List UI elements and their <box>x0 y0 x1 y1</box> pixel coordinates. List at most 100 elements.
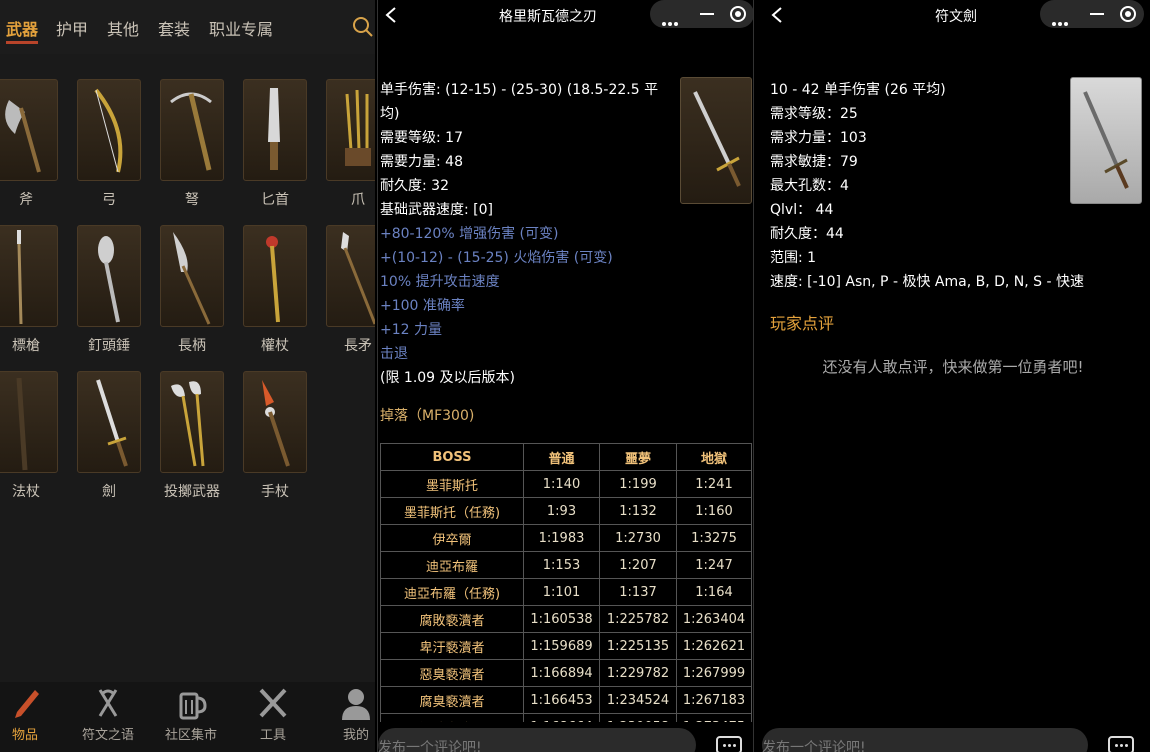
stat-line: 需求等级：25 <box>770 106 858 122</box>
chat-icon[interactable] <box>716 736 742 752</box>
drop-rate-table: BOSS 普通 噩夢 地獄 墨菲斯托 1:140 1:199 1:241 墨菲斯托（任務… <box>380 443 752 741</box>
table-row: 腐敗褻瀆者 1:160538 1:225782 1:263404 <box>380 605 752 633</box>
back-icon[interactable] <box>770 6 784 24</box>
weapon-type-claw[interactable]: 爪 <box>326 79 375 208</box>
weapon-type-javelin[interactable]: 標槍 <box>0 225 58 354</box>
throwing-weapon-icon <box>171 381 205 467</box>
empty-reviews-message: 还没有人敢点评，快来做第一位勇者吧! <box>822 358 1084 376</box>
drop-rate-label: 掉落（MF300) <box>380 408 475 424</box>
table-row: 伊卒爾 1:1983 1:2730 1:3275 <box>380 524 752 552</box>
nav-community-market[interactable]: 社区集市 <box>155 682 227 752</box>
stat-line: 需求敏捷：79 <box>770 154 858 170</box>
weapon-type-label: 標槍 <box>12 338 40 354</box>
tools-icon <box>259 688 287 718</box>
stat-line: 10 - 42 单手伤害 (26 平均) <box>770 82 946 98</box>
drop-rate-cell: 1:2730 <box>599 524 677 552</box>
table-row: 惡臭褻瀆者 1:166894 1:229782 1:267999 <box>380 659 752 687</box>
close-circle-icon[interactable] <box>1120 6 1136 22</box>
boss-name-cell: 迪亞布羅 <box>380 551 524 579</box>
weapon-type-label: 匕首 <box>261 192 289 208</box>
drop-rate-cell: 1:159689 <box>523 632 600 660</box>
weapon-type-label: 手杖 <box>261 484 289 500</box>
drop-rate-rows: 墨菲斯托 1:140 1:199 1:241 墨菲斯托（任務) 1:93 1:132 1:16… <box>380 470 752 741</box>
column-header: 噩夢 <box>599 443 677 471</box>
minimize-icon[interactable] <box>1090 13 1104 15</box>
tab-armor[interactable]: 护甲 <box>56 16 88 40</box>
comment-input[interactable]: 发布一个评论吧! <box>378 728 696 752</box>
stat-line: 速度: [-10] Asn, P - 极快 Ama, B, D, N, S - … <box>770 274 1084 290</box>
nav-items[interactable]: 物品 <box>0 682 61 752</box>
stat-line: 范围: 1 <box>770 250 817 266</box>
tab-other[interactable]: 其他 <box>107 16 139 40</box>
weapon-type-spear[interactable]: 長矛 <box>326 225 375 354</box>
weapon-type-bow[interactable]: 弓 <box>77 79 141 208</box>
stat-line: Qlvl： 44 <box>770 202 834 218</box>
minimize-icon[interactable] <box>700 13 714 15</box>
boss-name-cell: 卑汙褻瀆者 <box>380 632 524 660</box>
weapon-type-label: 投擲武器 <box>164 484 220 500</box>
stat-line: 需要等级: 17 <box>380 130 463 146</box>
more-icon[interactable] <box>662 11 680 30</box>
page-title: 格里斯瓦德之刃 <box>499 9 597 25</box>
weapon-type-label: 弩 <box>185 192 199 208</box>
drop-rate-cell: 1:225782 <box>599 605 677 633</box>
scepter-icon <box>266 236 280 323</box>
nav-runewords[interactable]: 符文之语 <box>72 682 144 752</box>
weapon-type-polearm[interactable]: 長柄 <box>160 225 224 354</box>
wand-icon <box>262 380 290 467</box>
category-tabs: 武器 护甲 其他 套装 职业专属 <box>0 0 375 54</box>
tab-sets[interactable]: 套装 <box>158 16 190 40</box>
sword-icon <box>96 379 128 467</box>
weapon-type-crossbow[interactable]: 弩 <box>160 79 224 208</box>
comment-input[interactable]: 发布一个评论吧! <box>762 728 1088 752</box>
stat-line: 需要力量: 48 <box>380 154 463 170</box>
panel-header: 符文劍 <box>756 0 1150 30</box>
weapon-type-label: 法杖 <box>12 484 40 500</box>
weapon-type-label: 長矛 <box>344 338 372 354</box>
rune-icon <box>98 689 118 717</box>
nav-label: 物品 <box>11 728 38 743</box>
items-panel: 武器 护甲 其他 套装 职业专属 斧 弓 弩 匕首 爪 標槍 釘頭錘 長柄 權杖… <box>0 0 375 752</box>
stat-line: 最大孔数：4 <box>770 178 849 194</box>
boss-name-cell: 迪亞布羅（任務) <box>380 578 524 606</box>
magic-property: +100 准确率 <box>380 298 465 314</box>
weapon-type-dagger[interactable]: 匕首 <box>243 79 307 208</box>
weapon-type-wand[interactable]: 手杖 <box>243 371 307 500</box>
drop-rate-cell: 1:241 <box>676 470 752 498</box>
weapon-type-mace[interactable]: 釘頭錘 <box>77 225 141 354</box>
tab-class-specific[interactable]: 职业专属 <box>209 16 273 40</box>
boss-name-cell: 墨菲斯托 <box>380 470 524 498</box>
tab-weapons[interactable]: 武器 <box>6 16 39 44</box>
more-icon[interactable] <box>1052 11 1070 30</box>
bottom-nav: 物品 符文之语 社区集市 工具 我的 <box>0 682 375 752</box>
sword-icon <box>1083 91 1129 189</box>
drop-rate-cell: 1:153 <box>523 551 600 579</box>
drop-rate-cell: 1:166894 <box>523 659 600 687</box>
magic-property: +12 力量 <box>380 322 442 338</box>
close-circle-icon[interactable] <box>730 6 746 22</box>
boss-name-cell: 腐敗褻瀆者 <box>380 605 524 633</box>
chat-icon[interactable] <box>1108 736 1134 752</box>
weapon-type-sword[interactable]: 劍 <box>77 371 141 500</box>
item-image <box>1070 77 1142 204</box>
weapon-type-throwing[interactable]: 投擲武器 <box>160 371 224 500</box>
weapon-type-label: 斧 <box>19 192 33 208</box>
drop-rate-cell: 1:1983 <box>523 524 600 552</box>
weapon-type-axe[interactable]: 斧 <box>0 79 58 208</box>
drop-rate-cell: 1:101 <box>523 578 600 606</box>
dagger-icon <box>268 88 280 170</box>
drop-rate-cell: 1:262621 <box>676 632 752 660</box>
table-row: 迪亞布羅（任務) 1:101 1:137 1:164 <box>380 578 752 606</box>
search-icon[interactable] <box>352 16 374 38</box>
weapon-type-scepter[interactable]: 權杖 <box>243 225 307 354</box>
drop-rate-cell: 1:267999 <box>676 659 752 687</box>
nav-profile[interactable]: 我的 <box>320 682 375 752</box>
drop-rate-cell: 1:164 <box>676 578 752 606</box>
drop-rate-cell: 1:247 <box>676 551 752 579</box>
back-icon[interactable] <box>384 6 398 24</box>
weapon-type-label: 權杖 <box>261 338 289 354</box>
nav-tools[interactable]: 工具 <box>237 682 309 752</box>
stat-line: 需求力量：103 <box>770 130 867 146</box>
weapon-type-staff[interactable]: 法杖 <box>0 371 58 500</box>
weapon-type-label: 長柄 <box>178 338 206 354</box>
